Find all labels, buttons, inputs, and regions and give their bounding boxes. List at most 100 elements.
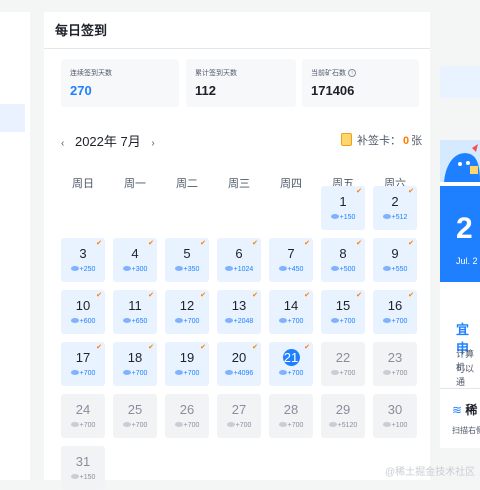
ore-icon: [330, 370, 339, 375]
stat-value: 171406: [311, 83, 355, 98]
calendar-day[interactable]: 27 +700: [217, 394, 261, 438]
points-value: +700: [287, 422, 304, 429]
points-value: +700: [183, 370, 200, 377]
checked-icon: ✔: [200, 344, 206, 351]
date-big-number: 2: [456, 212, 473, 245]
calendar-day[interactable]: 17 +700 ✔: [61, 342, 105, 386]
day-points: +700: [269, 422, 313, 429]
calendar-day[interactable]: 13 +2048 ✔: [217, 290, 261, 334]
makeup-card-info[interactable]: 补签卡： 0 张: [341, 132, 422, 148]
calendar-day[interactable]: 10 +600 ✔: [61, 290, 105, 334]
day-number: 18: [127, 350, 143, 365]
calendar-day[interactable]: 18 +700 ✔: [113, 342, 157, 386]
day-number: 22: [335, 350, 351, 365]
points-value: +512: [391, 214, 408, 221]
calendar-day[interactable]: 11 +650 ✔: [113, 290, 157, 334]
ore-icon: [278, 370, 287, 375]
calendar-day[interactable]: 2 +512 ✔: [373, 186, 417, 230]
stat-label: 累计签到天数: [195, 70, 237, 77]
calendar-day[interactable]: 20 +4096 ✔: [217, 342, 261, 386]
checked-icon: ✔: [356, 240, 362, 247]
checked-icon: ✔: [304, 292, 310, 299]
calendar-day[interactable]: 4 +300 ✔: [113, 238, 157, 282]
next-month-icon[interactable]: ›: [151, 138, 154, 149]
makeup-unit: 张: [411, 135, 423, 147]
day-points: +4096: [217, 370, 261, 377]
ore-icon: [70, 422, 79, 427]
ore-icon: [224, 266, 233, 271]
calendar-day[interactable]: 6 +1024 ✔: [217, 238, 261, 282]
calendar-day[interactable]: 31 +150: [61, 446, 105, 490]
points-value: +700: [391, 370, 408, 377]
day-number: 5: [183, 246, 191, 261]
ore-icon: [330, 214, 339, 219]
calendar-day[interactable]: 16 +700 ✔: [373, 290, 417, 334]
calendar-day[interactable]: 19 +700 ✔: [165, 342, 209, 386]
left-nav-active-item[interactable]: [0, 104, 25, 132]
day-number: 20: [231, 350, 247, 365]
calendar-header: ‹ 2022年 7月 ›: [61, 131, 155, 150]
info-icon[interactable]: i: [348, 69, 356, 78]
day-points: +2048: [217, 318, 261, 325]
points-value: +700: [235, 422, 252, 429]
points-value: +300: [131, 266, 148, 273]
calendar-day[interactable]: 8 +500 ✔: [321, 238, 365, 282]
points-value: +500: [339, 266, 356, 273]
calendar-day[interactable]: 22 +700: [321, 342, 365, 386]
day-number: 12: [179, 298, 195, 313]
calendar-day[interactable]: 21 +700 ✔: [269, 342, 313, 386]
points-value: +600: [79, 318, 96, 325]
day-number: 10: [75, 298, 91, 313]
calendar-day[interactable]: 25 +700: [113, 394, 157, 438]
right-panel-button[interactable]: [440, 66, 480, 98]
ore-icon: [174, 266, 183, 271]
checked-icon: ✔: [148, 240, 154, 247]
ore-icon: [70, 318, 79, 323]
checked-icon: ✔: [356, 188, 362, 195]
points-value: +700: [79, 422, 96, 429]
checked-icon: ✔: [356, 292, 362, 299]
points-value: +1024: [233, 266, 254, 273]
calendar-day[interactable]: 9 +550 ✔: [373, 238, 417, 282]
calendar-day[interactable]: 29 +5120: [321, 394, 365, 438]
calendar-day[interactable]: 5 +350 ✔: [165, 238, 209, 282]
prev-month-icon[interactable]: ‹: [61, 138, 64, 149]
points-value: +550: [391, 266, 408, 273]
day-points: +150: [321, 214, 365, 221]
ore-icon: [174, 318, 183, 323]
points-value: +4096: [233, 370, 254, 377]
checked-icon: ✔: [252, 344, 258, 351]
calendar-day[interactable]: 7 +450 ✔: [269, 238, 313, 282]
calendar-day[interactable]: 26 +700: [165, 394, 209, 438]
points-value: +700: [287, 318, 304, 325]
ore-icon: [278, 422, 287, 427]
mascot-image: [440, 140, 480, 182]
day-number: 9: [391, 246, 399, 261]
day-number: 26: [179, 402, 195, 417]
makeup-card-icon: [341, 133, 352, 146]
calendar-day[interactable]: 28 +700: [269, 394, 313, 438]
calendar-day[interactable]: 15 +700 ✔: [321, 290, 365, 334]
calendar-day[interactable]: 14 +700 ✔: [269, 290, 313, 334]
points-value: +650: [131, 318, 148, 325]
calendar-day[interactable]: 12 +700 ✔: [165, 290, 209, 334]
ore-icon: [382, 214, 391, 219]
stat-label: 连续签到天数: [70, 70, 112, 77]
calendar-day[interactable]: 24 +700: [61, 394, 105, 438]
almanac-card: 2 Jul. 2 宜申 计算机 可以通 ≋ 稀 扫描右侧: [440, 140, 480, 448]
juejin-logo-icon: ≋ 稀: [452, 403, 478, 417]
ore-icon: [174, 422, 183, 427]
almanac-line: 可以通: [456, 364, 475, 387]
calendar-day[interactable]: 1 +150 ✔: [321, 186, 365, 230]
points-value: +700: [131, 370, 148, 377]
calendar-day[interactable]: 3 +250 ✔: [61, 238, 105, 282]
weekday-label: 周日: [72, 178, 94, 190]
day-points: +700: [269, 370, 313, 377]
calendar-day[interactable]: 30 +100: [373, 394, 417, 438]
day-number: 21: [283, 350, 299, 365]
checked-icon: ✔: [200, 292, 206, 299]
day-number: 13: [231, 298, 247, 313]
calendar-day[interactable]: 23 +700: [373, 342, 417, 386]
ore-icon: [328, 422, 337, 427]
ore-icon: [122, 422, 131, 427]
